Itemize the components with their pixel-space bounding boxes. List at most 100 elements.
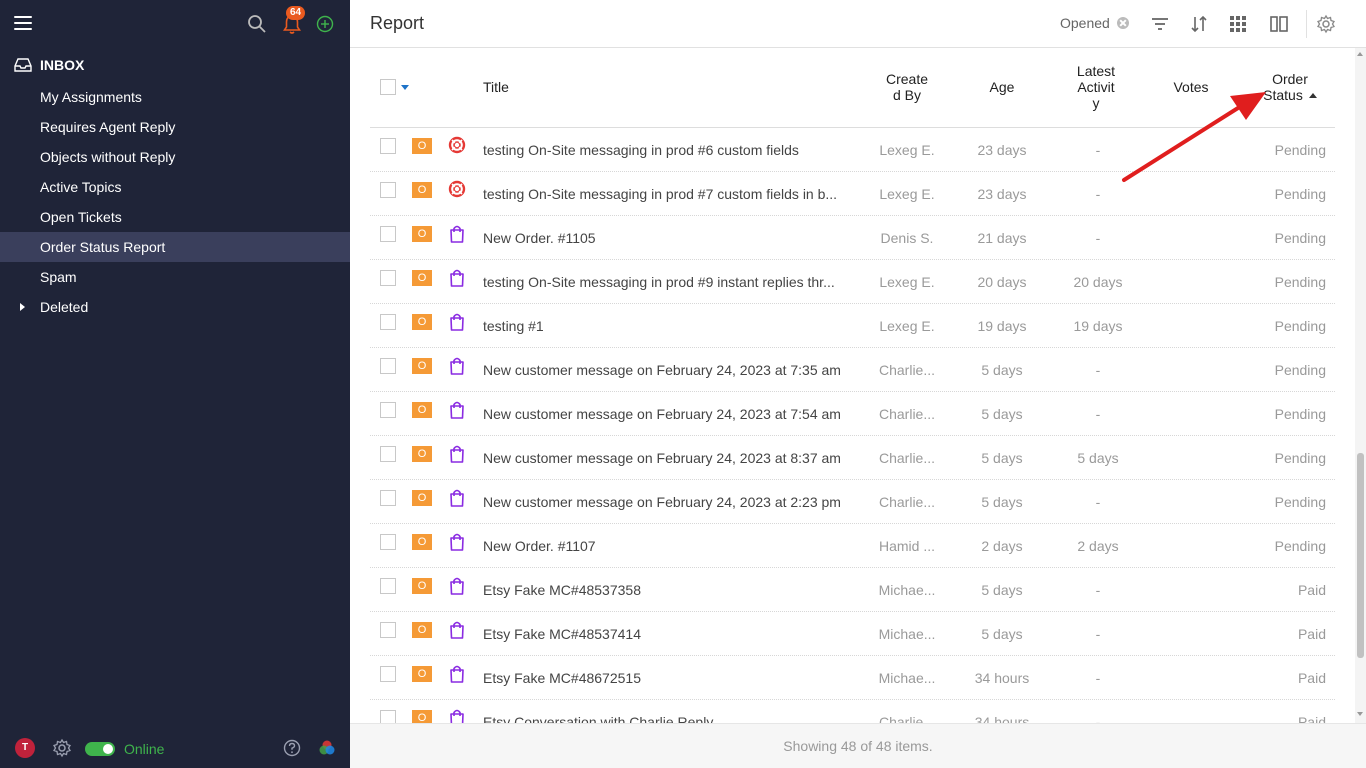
row-latest-activity: 5 days — [1077, 450, 1119, 466]
expand-caret-icon[interactable] — [20, 303, 25, 311]
avatar[interactable]: T — [15, 738, 35, 758]
row-checkbox[interactable] — [380, 710, 396, 723]
row-checkbox[interactable] — [380, 578, 396, 594]
settings-gear-icon[interactable] — [1316, 14, 1336, 34]
sort-icon[interactable] — [1189, 14, 1209, 34]
add-circle-icon[interactable] — [316, 15, 334, 33]
row-title[interactable]: Etsy Fake MC#48537358 — [483, 568, 843, 612]
select-menu-caret-icon[interactable] — [401, 85, 409, 90]
split-view-icon[interactable] — [1269, 14, 1289, 34]
grid-view-icon[interactable] — [1228, 14, 1248, 34]
row-created-by: Charlie... — [878, 714, 936, 723]
row-title[interactable]: New customer message on February 24, 202… — [483, 392, 843, 436]
row-latest-activity: - — [1095, 142, 1101, 158]
row-checkbox[interactable] — [380, 622, 396, 638]
filter-icon[interactable] — [1150, 14, 1170, 34]
table-row[interactable]: Otesting #1 Lexeg E. 19 days 19 days Pending — [370, 304, 1335, 348]
row-created-by: Lexeg E. — [879, 186, 935, 202]
row-checkbox[interactable] — [380, 314, 396, 330]
scroll-down-arrow-icon[interactable] — [1357, 712, 1363, 716]
search-icon[interactable] — [247, 14, 267, 34]
hamburger-menu-icon[interactable] — [14, 16, 32, 30]
row-checkbox[interactable] — [380, 182, 396, 198]
sidebar-item-requires-agent-reply[interactable]: Requires Agent Reply — [0, 112, 350, 142]
row-title[interactable]: Etsy Conversation with Charlie Reply — [483, 700, 843, 723]
shopping-bag-icon — [448, 664, 466, 684]
row-checkbox[interactable] — [380, 446, 396, 462]
sidebar-item-active-topics[interactable]: Active Topics — [0, 172, 350, 202]
column-label: Latest — [1076, 63, 1116, 79]
table-row[interactable]: O Etsy Fake MC#48537414 Michae... 5 days - Pa… — [370, 612, 1335, 656]
row-age: 34 hours — [974, 714, 1030, 723]
row-title[interactable]: Etsy Fake MC#48537414 — [483, 612, 843, 656]
row-checkbox[interactable] — [380, 534, 396, 550]
filter-chip-opened[interactable]: Opened — [1060, 15, 1110, 31]
row-title[interactable]: testing On-Site messaging in prod #6 cus… — [483, 128, 843, 172]
sidebar-item-label: Open Tickets — [40, 209, 122, 225]
row-title[interactable]: New customer message on February 24, 202… — [483, 436, 843, 480]
table-row[interactable]: O New customer message on February 24, 20… — [370, 348, 1335, 392]
table-row[interactable]: O New Order. #1107 Hamid ... 2 days 2 days Pe… — [370, 524, 1335, 568]
table-row[interactable]: O New customer message on February 24, 20… — [370, 480, 1335, 524]
main-panel: Report Opened Title Create d By Age Lates… — [350, 0, 1366, 768]
row-title[interactable]: Etsy Fake MC#48672515 — [483, 656, 843, 700]
row-age: 19 days — [977, 318, 1027, 334]
row-order-status: Pending — [1274, 274, 1326, 290]
table-row[interactable]: Otesting On-Site messaging in prod #6 cu… — [370, 128, 1335, 172]
shopping-bag-icon — [448, 620, 466, 640]
help-icon[interactable] — [283, 739, 301, 757]
row-checkbox[interactable] — [380, 358, 396, 374]
row-checkbox[interactable] — [380, 490, 396, 506]
scroll-up-arrow-icon[interactable] — [1357, 52, 1363, 56]
row-created-by: Lexeg E. — [879, 142, 935, 158]
sidebar-item-objects-without-reply[interactable]: Objects without Reply — [0, 142, 350, 172]
clear-filter-icon[interactable] — [1117, 17, 1129, 29]
sidebar-item-my-assignments[interactable]: My Assignments — [0, 82, 350, 112]
column-header-title[interactable]: Title — [483, 79, 509, 95]
row-checkbox[interactable] — [380, 138, 396, 154]
toggle-knob — [103, 744, 113, 754]
vertical-scrollbar[interactable] — [1355, 48, 1366, 723]
row-title[interactable]: New customer message on February 24, 202… — [483, 480, 843, 524]
row-title[interactable]: testing #1 — [483, 304, 843, 348]
row-title[interactable]: New customer message on February 24, 202… — [483, 348, 843, 392]
sidebar-item-deleted[interactable]: Deleted — [0, 292, 350, 322]
select-all-checkbox[interactable] — [380, 79, 396, 95]
scroll-thumb[interactable] — [1357, 453, 1364, 658]
row-age: 5 days — [981, 494, 1023, 510]
row-title[interactable]: New Order. #1105 — [483, 216, 843, 260]
row-title[interactable]: testing On-Site messaging in prod #7 cus… — [483, 172, 843, 216]
table-row[interactable]: Otesting On-Site messaging in prod #9 in… — [370, 260, 1335, 304]
row-checkbox[interactable] — [380, 666, 396, 682]
column-header-age[interactable]: Age — [962, 79, 1042, 95]
row-order-status: Pending — [1274, 318, 1326, 334]
row-checkbox[interactable] — [380, 226, 396, 242]
table-row[interactable]: O New customer message on February 24, 20… — [370, 392, 1335, 436]
table-row[interactable]: Otesting On-Site messaging in prod #7 cu… — [370, 172, 1335, 216]
row-checkbox[interactable] — [380, 270, 396, 286]
column-header-created-by[interactable]: Create d By — [867, 71, 947, 103]
row-latest-activity: - — [1095, 186, 1101, 202]
row-title[interactable]: testing On-Site messaging in prod #9 ins… — [483, 260, 843, 304]
sidebar-item-open-tickets[interactable]: Open Tickets — [0, 202, 350, 232]
apps-icon[interactable] — [318, 739, 336, 757]
row-age: 5 days — [981, 406, 1023, 422]
gear-icon[interactable] — [52, 738, 72, 758]
table-row[interactable]: O Etsy Conversation with Charlie Reply Cha… — [370, 700, 1335, 723]
inbox-header[interactable]: INBOX — [0, 52, 350, 78]
online-toggle[interactable] — [85, 742, 115, 756]
table-row[interactable]: O Etsy Fake MC#48672515 Michae... 34 hours -… — [370, 656, 1335, 700]
sidebar-item-spam[interactable]: Spam — [0, 262, 350, 292]
column-header-votes[interactable]: Votes — [1151, 79, 1231, 95]
column-header-order-status[interactable]: Order Status — [1244, 71, 1336, 103]
status-badge: O — [412, 314, 432, 330]
table-row[interactable]: O New customer message on February 24, 20… — [370, 436, 1335, 480]
column-header-latest-activity[interactable]: Latest Activit y — [1056, 63, 1136, 111]
table-row[interactable]: O New Order. #1105 Denis S. 21 days - Pending — [370, 216, 1335, 260]
sidebar-item-order-status-report[interactable]: Order Status Report — [0, 232, 350, 262]
row-checkbox[interactable] — [380, 402, 396, 418]
row-title[interactable]: New Order. #1107 — [483, 524, 843, 568]
table-row[interactable]: O Etsy Fake MC#48537358 Michae... 5 days - Pa… — [370, 568, 1335, 612]
row-latest-activity: - — [1095, 626, 1101, 642]
row-age: 20 days — [977, 274, 1027, 290]
